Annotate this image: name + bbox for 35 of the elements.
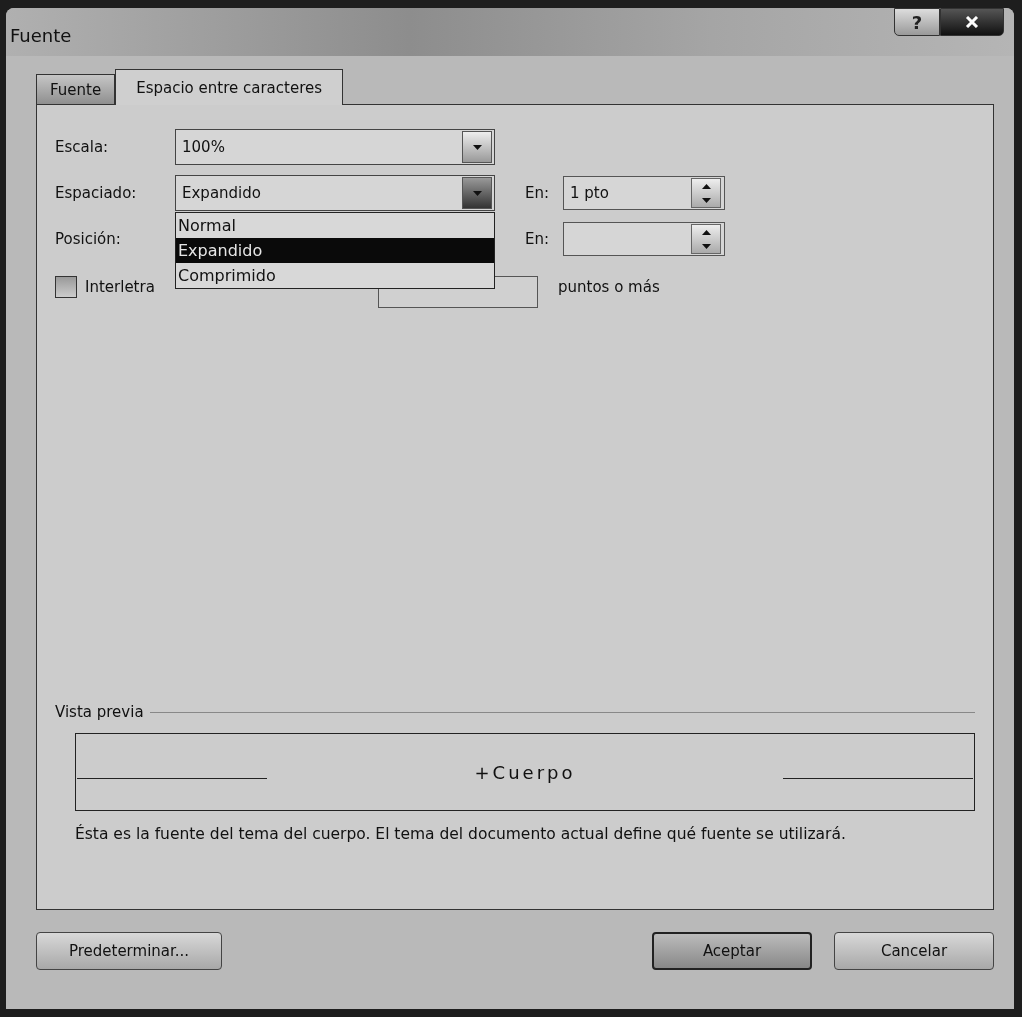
spacing-amount-field[interactable]: 1 pto (563, 176, 725, 210)
down-arrow-icon (701, 197, 711, 203)
close-button[interactable] (940, 8, 1004, 36)
dropdown-arrow-icon (472, 190, 482, 196)
position-amount-field[interactable] (563, 222, 725, 256)
dropdown-option[interactable]: Expandido (176, 238, 494, 263)
close-icon (965, 16, 979, 28)
section-title: Vista previa (55, 703, 144, 721)
checkbox-label: Interletra (85, 278, 156, 296)
help-button[interactable]: ? (894, 8, 940, 36)
kerning-checkbox[interactable] (55, 276, 77, 298)
field-label: Posición: (55, 230, 122, 248)
dialog-button[interactable]: Cancelar (834, 932, 994, 970)
scale-dropdown[interactable]: 100% (175, 129, 495, 165)
down-arrow-icon (701, 243, 711, 249)
tab[interactable]: Fuente (36, 74, 116, 104)
up-arrow-icon (701, 183, 711, 189)
dialog-button[interactable]: Aceptar (652, 932, 812, 970)
up-arrow-icon (701, 229, 711, 235)
field-label: En: (525, 184, 551, 202)
field-label: Escala: (55, 138, 110, 156)
dropdown-option[interactable]: Comprimido (176, 263, 494, 288)
window-title: Fuente (10, 24, 72, 46)
dialog-button[interactable]: Predeterminar... (36, 932, 222, 970)
spin-buttons[interactable] (691, 178, 721, 208)
field-label: En: (525, 230, 551, 248)
spacing-dropdown[interactable]: Expandido (175, 175, 495, 211)
preview-text: +Cuerpo (474, 761, 576, 783)
dropdown-option[interactable]: Normal (176, 213, 494, 238)
field-label: Espaciado: (55, 184, 138, 202)
preview-description: Ésta es la fuente del tema del cuerpo. El tema del documento actual define qué fuente se utilizará. (75, 825, 847, 843)
tab[interactable]: Espacio entre caracteres (115, 69, 344, 105)
dropdown-arrow-icon (472, 144, 482, 150)
field-label: puntos o más (558, 278, 660, 296)
spin-buttons[interactable] (691, 224, 721, 254)
